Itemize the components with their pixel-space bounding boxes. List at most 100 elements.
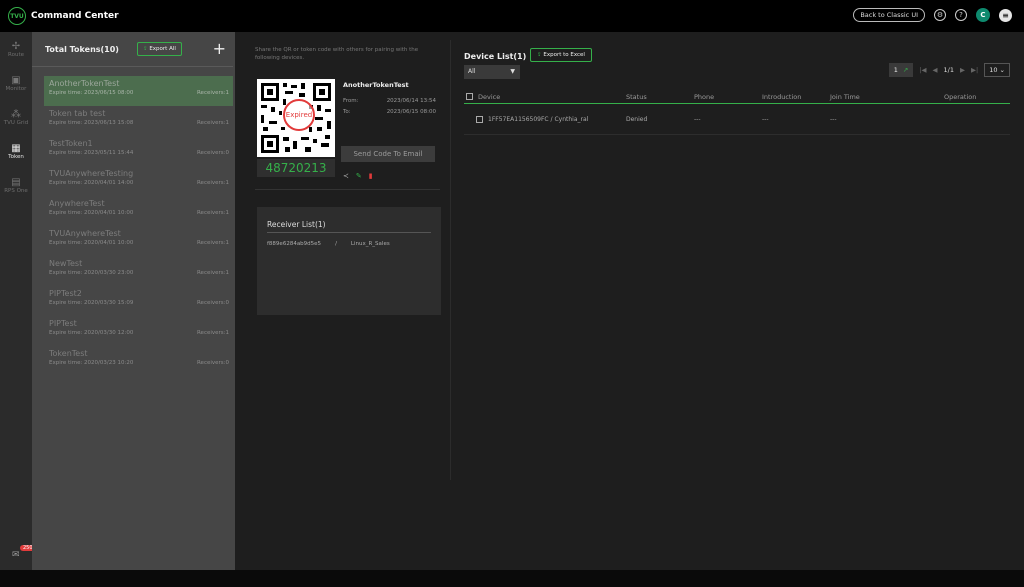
bottom-bar <box>0 570 1024 587</box>
top-bar: TVU Command Center Back to Classic UI ⚙ … <box>0 0 1024 32</box>
token-item[interactable]: TVUAnywhereTesting Expire time: 2020/04/0… <box>44 166 233 196</box>
mail-icon[interactable]: ✉ <box>12 550 20 560</box>
nav-label: Route <box>8 51 24 58</box>
select-all-checkbox[interactable] <box>466 93 473 102</box>
delete-icon[interactable]: ▮ <box>369 172 373 180</box>
token-expire: Expire time: 2023/06/15 08:00 <box>49 90 134 96</box>
nav-item-monitor[interactable]: ▣ Monitor <box>0 66 32 100</box>
token-receivers: Receivers:1 <box>196 330 229 336</box>
export-all-button[interactable]: ⇪ Export All <box>136 42 182 56</box>
token-name: AnywhereTest <box>49 199 105 208</box>
col-introduction: Introduction <box>762 93 802 101</box>
table-header: Device Status Phone Introduction Join Ti… <box>464 90 1010 104</box>
token-item[interactable]: NewTest Expire time: 2020/03/30 23:00 Rece… <box>44 256 233 286</box>
token-receivers: Receivers:1 <box>196 180 229 186</box>
edit-icon[interactable]: ✎ <box>356 172 362 180</box>
from-value: 2023/06/14 13:54 <box>386 98 436 104</box>
filter-value: All <box>468 68 476 75</box>
app-title: Command Center <box>31 11 119 21</box>
token-name: Token tab test <box>49 109 106 118</box>
page-total: 1/1 <box>943 66 954 74</box>
introduction-cell: --- <box>762 116 769 123</box>
route-icon: ✢ <box>11 40 21 52</box>
tokens-header: Total Tokens(10) ⇪ Export All + <box>32 32 233 67</box>
send-code-email-button[interactable]: Send Code To Email <box>341 146 435 162</box>
col-device: Device <box>478 93 501 101</box>
token-expire: Expire time: 2023/06/13 15:08 <box>49 120 134 126</box>
token-expire: Expire time: 2020/04/01 14:00 <box>49 180 134 186</box>
token-receivers: Receivers:0 <box>196 300 229 306</box>
nav-item-token[interactable]: ▦ Token <box>0 134 32 168</box>
page-jump[interactable]: 1 ↗ <box>888 63 914 77</box>
to-row: To: 2023/06/15 08:00 <box>343 109 436 115</box>
left-nav: ✢ Route ▣ Monitor ⁂ TVU Grid ▦ Token ▤ RPS On… <box>0 32 36 570</box>
pagination: 1 ↗ |◀ ◀ 1/1 ▶ ▶| 10 ⌄ <box>888 63 1010 77</box>
token-expire: Expire time: 2023/05/11 15:44 <box>49 150 134 156</box>
receiver-name: Linux_R_Sales <box>350 241 390 247</box>
tokens-panel: Total Tokens(10) ⇪ Export All + AnotherT… <box>32 32 235 570</box>
token-name: AnotherTokenTest <box>49 79 120 88</box>
token-item[interactable]: PIPTest Expire time: 2020/03/30 12:00 Rece… <box>44 316 233 346</box>
token-name: PIPTest <box>49 319 77 328</box>
token-item[interactable]: PIPTest2 Expire time: 2020/03/30 15:09 Rec… <box>44 286 233 316</box>
nav-label: Token <box>8 153 24 160</box>
export-icon: ⇪ <box>142 46 148 52</box>
help-icon[interactable]: ? <box>955 9 967 21</box>
nav-item-tvu-grid[interactable]: ⁂ TVU Grid <box>0 100 32 134</box>
from-label: From: <box>343 98 359 104</box>
export-excel-button[interactable]: ⇪ Export to Excel <box>530 48 592 62</box>
token-receivers: Receivers:1 <box>196 240 229 246</box>
token-expire: Expire time: 2020/03/23 10:20 <box>49 360 134 366</box>
token-item[interactable]: TestToken1 Expire time: 2023/05/11 15:44 R… <box>44 136 233 166</box>
prev-page-icon[interactable]: ◀ <box>933 66 938 74</box>
receiver-list-panel: Receiver List(1) f889e6284ab9d5e5 / Linu… <box>257 207 441 315</box>
qr-icon: ▦ <box>11 142 21 154</box>
next-page-icon[interactable]: ▶ <box>960 66 965 74</box>
join-time-cell: --- <box>830 116 837 123</box>
token-list: AnotherTokenTest Expire time: 2023/06/15 … <box>32 76 235 376</box>
token-item[interactable]: TokenTest Expire time: 2020/03/23 10:20 Re… <box>44 346 233 376</box>
token-name-title: AnotherTokenTest <box>343 81 409 89</box>
token-item[interactable]: TVUAnywhereTest Expire time: 2020/04/01 1… <box>44 226 233 256</box>
add-token-icon[interactable]: + <box>213 39 226 58</box>
token-name: TVUAnywhereTesting <box>49 169 134 178</box>
col-status: Status <box>626 93 647 101</box>
col-phone: Phone <box>694 93 715 101</box>
device-list-title: Device List(1) <box>464 52 527 61</box>
divider <box>255 189 440 190</box>
menu-icon[interactable]: ≡ <box>999 8 1012 22</box>
status-filter-select[interactable]: All ▼ <box>464 65 520 79</box>
token-name: TestToken1 <box>49 139 93 148</box>
back-to-classic-ui-button[interactable]: Back to Classic UI <box>853 8 925 22</box>
nav-item-route[interactable]: ✢ Route <box>0 32 32 66</box>
token-name: TVUAnywhereTest <box>49 229 121 238</box>
expired-stamp: Expired <box>283 99 315 131</box>
gear-icon[interactable]: ⚙ <box>934 9 946 21</box>
token-receivers: Receivers:0 <box>196 150 229 156</box>
token-name: TokenTest <box>49 349 88 358</box>
page-size-select[interactable]: 10 ⌄ <box>984 63 1010 77</box>
from-row: From: 2023/06/14 13:54 <box>343 98 436 104</box>
avatar[interactable]: C <box>976 8 990 22</box>
first-page-icon[interactable]: |◀ <box>919 66 926 74</box>
token-item[interactable]: AnywhereTest Expire time: 2020/04/01 10:0… <box>44 196 233 226</box>
col-join-time: Join Time <box>830 93 860 101</box>
token-item[interactable]: AnotherTokenTest Expire time: 2023/06/15 … <box>44 76 233 106</box>
nav-item-rps-one[interactable]: ▤ RPS One <box>0 168 32 202</box>
token-receivers: Receivers:1 <box>196 210 229 216</box>
last-page-icon[interactable]: ▶| <box>971 66 978 74</box>
receiver-id: f889e6284ab9d5e5 <box>267 241 322 247</box>
share-icon[interactable]: ≺ <box>343 172 349 180</box>
tvu-logo: TVU <box>8 7 26 25</box>
receiver-row: f889e6284ab9d5e5 / Linux_R_Sales <box>267 241 431 247</box>
token-item[interactable]: Token tab test Expire time: 2023/06/13 15… <box>44 106 233 136</box>
receiver-separator: / <box>335 241 337 247</box>
token-actions: ≺ ✎ ▮ <box>343 172 373 180</box>
token-expire: Expire time: 2020/04/01 10:00 <box>49 210 134 216</box>
row-checkbox[interactable] <box>476 116 483 125</box>
page-size-value: 10 <box>989 66 998 74</box>
token-receivers: Receivers:0 <box>196 360 229 366</box>
col-operation: Operation <box>944 93 977 101</box>
token-expire: Expire time: 2020/03/30 15:09 <box>49 300 134 306</box>
token-receivers: Receivers:1 <box>196 270 229 276</box>
